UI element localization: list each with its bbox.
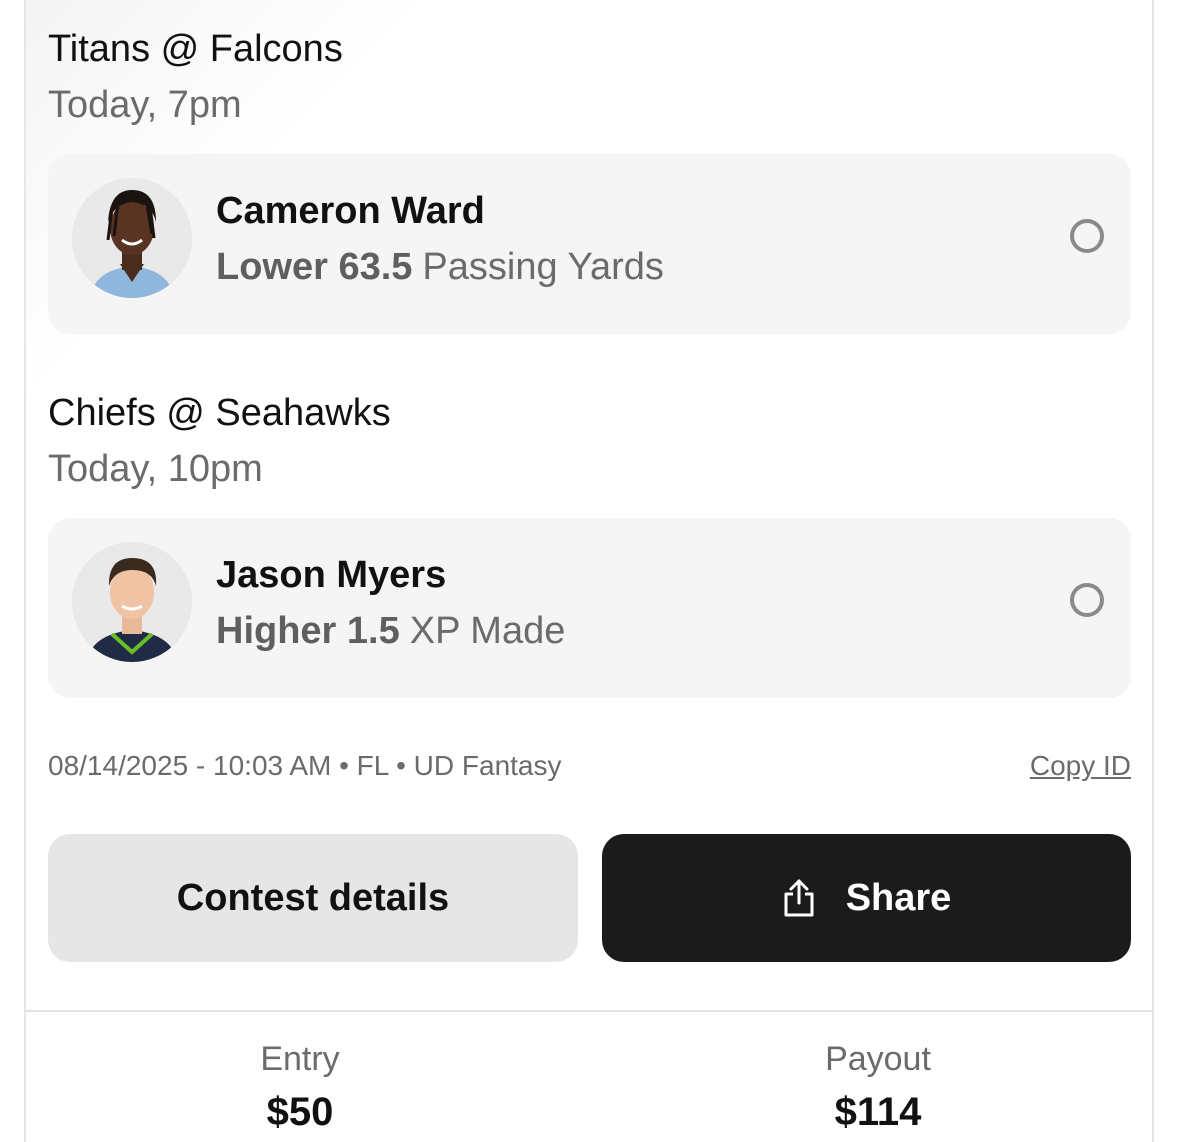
pick-direction: Higher 1.5 bbox=[216, 610, 400, 652]
entry-label: Entry bbox=[260, 1040, 340, 1078]
pick-card[interactable]: Jason Myers Higher 1.5 XP Made bbox=[48, 518, 1131, 698]
copy-id-link[interactable]: Copy ID bbox=[1030, 752, 1131, 780]
share-button[interactable]: Share bbox=[602, 834, 1131, 962]
player-name: Jason Myers bbox=[216, 554, 447, 596]
contest-details-button[interactable]: Contest details bbox=[48, 834, 578, 962]
pick-radio-button[interactable] bbox=[1070, 219, 1104, 253]
pick-stat: Passing Yards bbox=[422, 246, 664, 288]
pick-line: Lower 63.5 Passing Yards bbox=[216, 248, 664, 286]
share-label: Share bbox=[845, 876, 952, 919]
game-title: Chiefs @ Seahawks bbox=[48, 392, 391, 434]
entry-meta-info: 08/14/2025 - 10:03 AM • FL • UD Fantasy bbox=[48, 750, 562, 781]
pick-radio-button[interactable] bbox=[1070, 583, 1104, 617]
payout-label: Payout bbox=[825, 1040, 931, 1078]
payout-value: $114 bbox=[834, 1090, 922, 1134]
pick-card[interactable]: Cameron Ward Lower 63.5 Passing Yards bbox=[48, 154, 1131, 334]
pick-direction: Lower 63.5 bbox=[216, 246, 413, 288]
player-name: Cameron Ward bbox=[216, 190, 485, 232]
share-icon bbox=[782, 878, 816, 918]
contest-details-label: Contest details bbox=[176, 876, 450, 919]
player-headshot-icon bbox=[72, 178, 192, 298]
game-title: Titans @ Falcons bbox=[48, 28, 343, 70]
divider bbox=[24, 1010, 1154, 1012]
game-time: Today, 7pm bbox=[48, 84, 242, 126]
pick-stat: XP Made bbox=[409, 610, 566, 652]
game-time: Today, 10pm bbox=[48, 448, 263, 490]
entry-value: $50 bbox=[266, 1090, 334, 1134]
player-headshot-icon bbox=[72, 542, 192, 662]
pick-line: Higher 1.5 XP Made bbox=[216, 612, 565, 650]
